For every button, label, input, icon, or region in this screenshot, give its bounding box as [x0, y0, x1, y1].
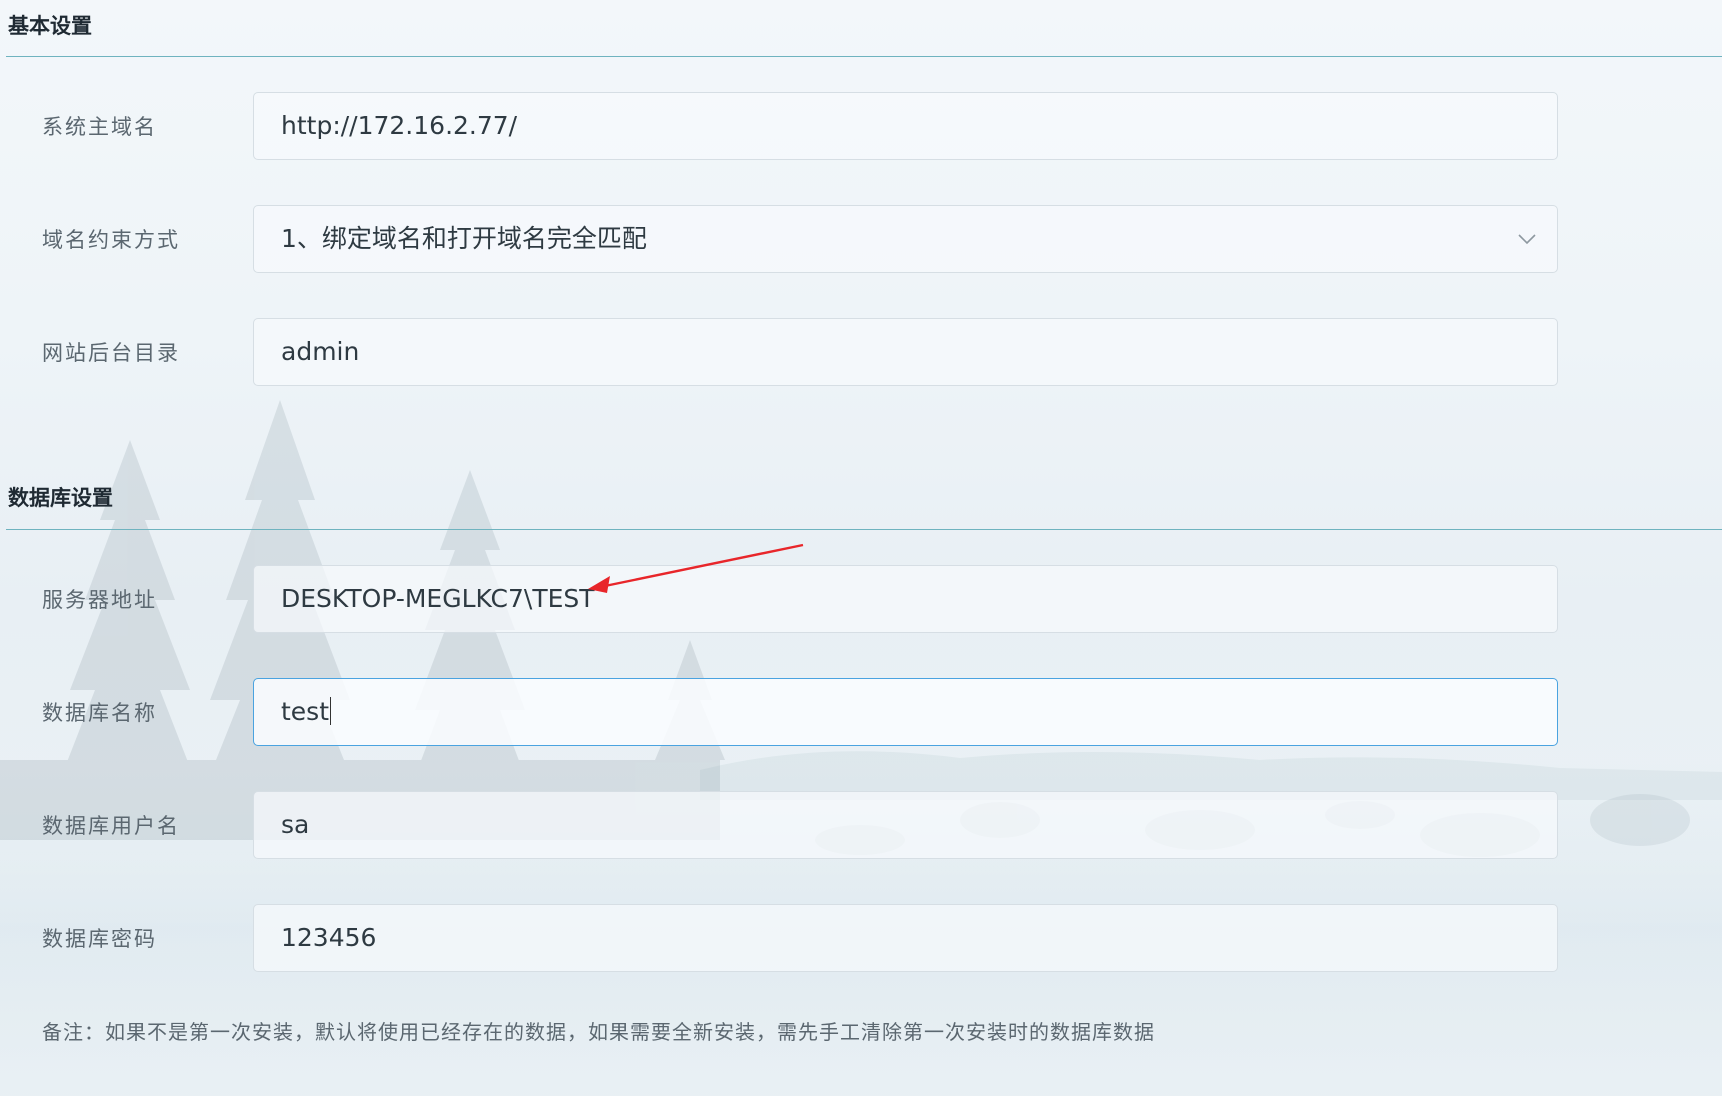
- database-settings-divider: [6, 529, 1722, 530]
- basic-settings-title: 基本设置: [8, 13, 92, 38]
- server-address-input[interactable]: DESKTOP-MEGLKC7\TEST: [253, 565, 1558, 633]
- admin-dir-row: 网站后台目录 admin: [0, 318, 1722, 388]
- database-password-row: 数据库密码 123456: [0, 904, 1722, 974]
- site-domain-value: http://172.16.2.77/: [281, 111, 518, 140]
- server-address-label: 服务器地址: [42, 588, 157, 612]
- database-name-label: 数据库名称: [42, 701, 157, 725]
- admin-dir-label: 网站后台目录: [42, 341, 180, 365]
- database-user-input[interactable]: sa: [253, 791, 1558, 859]
- domain-constraint-row: 域名约束方式 1、绑定域名和打开域名完全匹配: [0, 205, 1722, 275]
- install-settings-form: 基本设置 系统主域名 http://172.16.2.77/ 域名约束方式 1、…: [0, 0, 1722, 1096]
- database-name-row: 数据库名称 test: [0, 678, 1722, 748]
- database-user-value: sa: [281, 810, 310, 839]
- server-address-value: DESKTOP-MEGLKC7\TEST: [281, 584, 595, 613]
- install-note: 备注：如果不是第一次安装，默认将使用已经存在的数据，如果需要全新安装，需先手工清…: [42, 1020, 1155, 1044]
- basic-settings-divider: [6, 56, 1722, 57]
- admin-dir-input[interactable]: admin: [253, 318, 1558, 386]
- red-arrow-annotation: [588, 543, 804, 593]
- domain-constraint-value: 1、绑定域名和打开域名完全匹配: [281, 224, 647, 253]
- database-name-input[interactable]: test: [253, 678, 1558, 746]
- database-password-label: 数据库密码: [42, 927, 157, 951]
- database-settings-title: 数据库设置: [8, 485, 113, 510]
- server-address-row: 服务器地址 DESKTOP-MEGLKC7\TEST: [0, 565, 1722, 635]
- domain-constraint-select[interactable]: 1、绑定域名和打开域名完全匹配: [253, 205, 1558, 273]
- text-caret: [330, 697, 332, 725]
- database-password-input[interactable]: 123456: [253, 904, 1558, 972]
- chevron-down-icon: [1518, 234, 1536, 245]
- database-name-value: test: [281, 697, 330, 726]
- site-domain-row: 系统主域名 http://172.16.2.77/: [0, 92, 1722, 162]
- domain-constraint-label: 域名约束方式: [42, 228, 180, 252]
- site-domain-input[interactable]: http://172.16.2.77/: [253, 92, 1558, 160]
- database-user-row: 数据库用户名 sa: [0, 791, 1722, 861]
- database-user-label: 数据库用户名: [42, 814, 180, 838]
- admin-dir-value: admin: [281, 337, 360, 366]
- site-domain-label: 系统主域名: [42, 115, 157, 139]
- database-password-value: 123456: [281, 923, 377, 952]
